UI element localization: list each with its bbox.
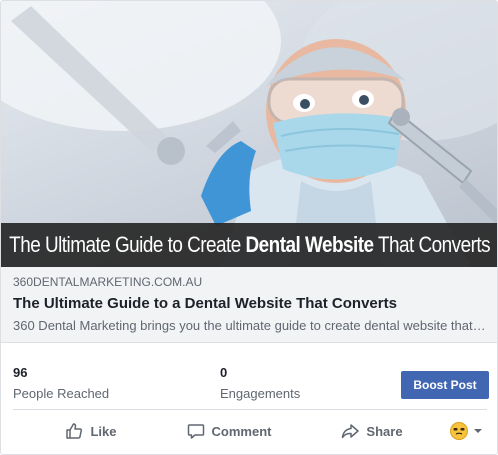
chevron-down-icon — [474, 429, 482, 433]
reaction-selector[interactable] — [449, 421, 485, 441]
share-icon — [342, 424, 360, 439]
link-domain: 360DENTALMARKETING.COM.AU — [13, 275, 203, 289]
image-caption-banner: The Ultimate Guide to Create Dental Webs… — [1, 223, 497, 267]
post-insights: 96 People Reached 0 Engagements Boost Po… — [1, 353, 497, 407]
people-reached-label: People Reached — [13, 386, 110, 401]
like-button[interactable]: Like — [41, 411, 141, 451]
link-preview-image[interactable]: The Ultimate Guide to Create Dental Webs… — [1, 1, 497, 267]
divider — [13, 409, 487, 410]
comment-label: Comment — [211, 423, 272, 439]
people-reached-stat[interactable]: 96 People Reached — [13, 365, 109, 402]
comment-button[interactable]: Comment — [173, 411, 285, 451]
share-label: Share — [366, 423, 403, 439]
post-card: The Ultimate Guide to Create Dental Webs… — [0, 0, 498, 455]
image-caption-text: The Ultimate Guide to Create Dental Webs… — [9, 232, 491, 257]
like-icon — [66, 423, 83, 439]
engagements-count: 0 — [220, 365, 228, 380]
emoji-face-icon — [450, 422, 468, 440]
engagements-label: Engagements — [220, 386, 301, 401]
link-title[interactable]: The Ultimate Guide to a Dental Website T… — [13, 295, 487, 313]
link-description: 360 Dental Marketing brings you the ulti… — [13, 318, 487, 333]
link-preview[interactable]: 360DENTALMARKETING.COM.AU The Ultimate G… — [1, 267, 497, 343]
comment-icon — [187, 424, 204, 439]
boost-post-button[interactable]: Boost Post — [401, 371, 489, 399]
engagements-stat[interactable]: 0 Engagements — [220, 365, 300, 402]
like-label: Like — [90, 423, 117, 439]
people-reached-count: 96 — [13, 365, 28, 380]
post-actions: Like Comment Share — [1, 411, 497, 451]
share-button[interactable]: Share — [327, 411, 417, 451]
